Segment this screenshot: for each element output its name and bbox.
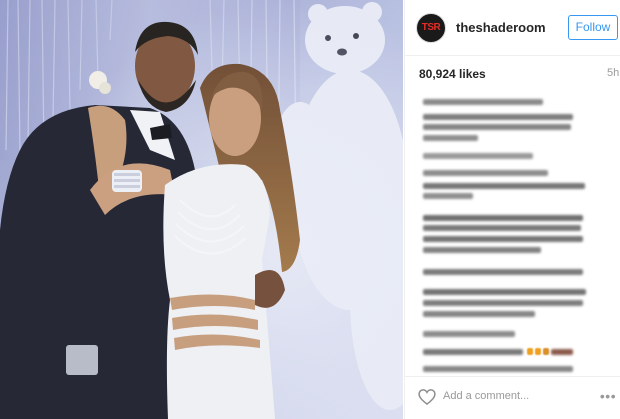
caption-line <box>423 331 515 337</box>
post-sidebar: TSR theshaderoom Follow 80,924 likes 5h <box>404 0 620 419</box>
more-options-icon[interactable]: ••• <box>598 387 618 407</box>
post-header: TSR theshaderoom Follow <box>405 0 620 56</box>
caption-line <box>423 153 533 159</box>
caption-line <box>423 183 585 189</box>
caption-line <box>423 236 583 242</box>
username-link[interactable]: theshaderoom <box>456 20 546 35</box>
caption-line <box>423 349 523 355</box>
add-comment-input[interactable] <box>443 386 593 406</box>
caption-line <box>423 124 571 130</box>
caption-line <box>423 300 583 306</box>
likes-count[interactable]: 80,924 likes <box>419 67 486 81</box>
photo-image <box>0 0 403 419</box>
caption-line <box>423 193 473 199</box>
instagram-post: TSR theshaderoom Follow 80,924 likes 5h <box>0 0 620 419</box>
caption-line <box>423 114 573 120</box>
caption-line <box>423 215 583 221</box>
caption-line <box>423 289 586 295</box>
caption-line <box>423 269 583 275</box>
caption-line <box>423 366 573 372</box>
post-time[interactable]: 5h <box>607 67 619 79</box>
emoji-blur <box>535 348 541 355</box>
comment-bar: ••• <box>405 376 620 419</box>
caption-line <box>423 247 541 253</box>
emoji-blur <box>543 348 549 355</box>
theshaderoom-logo-icon: TSR <box>421 22 441 33</box>
post-photo[interactable] <box>0 0 403 419</box>
caption-line <box>423 135 478 141</box>
avatar[interactable]: TSR <box>416 13 446 43</box>
caption-line <box>423 99 543 105</box>
caption-line <box>551 349 573 355</box>
caption-line <box>423 225 581 231</box>
caption-line <box>423 311 535 317</box>
emoji-blur <box>527 348 533 355</box>
follow-button[interactable]: Follow <box>568 15 618 40</box>
heart-icon[interactable] <box>417 387 437 407</box>
caption-line <box>423 170 548 176</box>
